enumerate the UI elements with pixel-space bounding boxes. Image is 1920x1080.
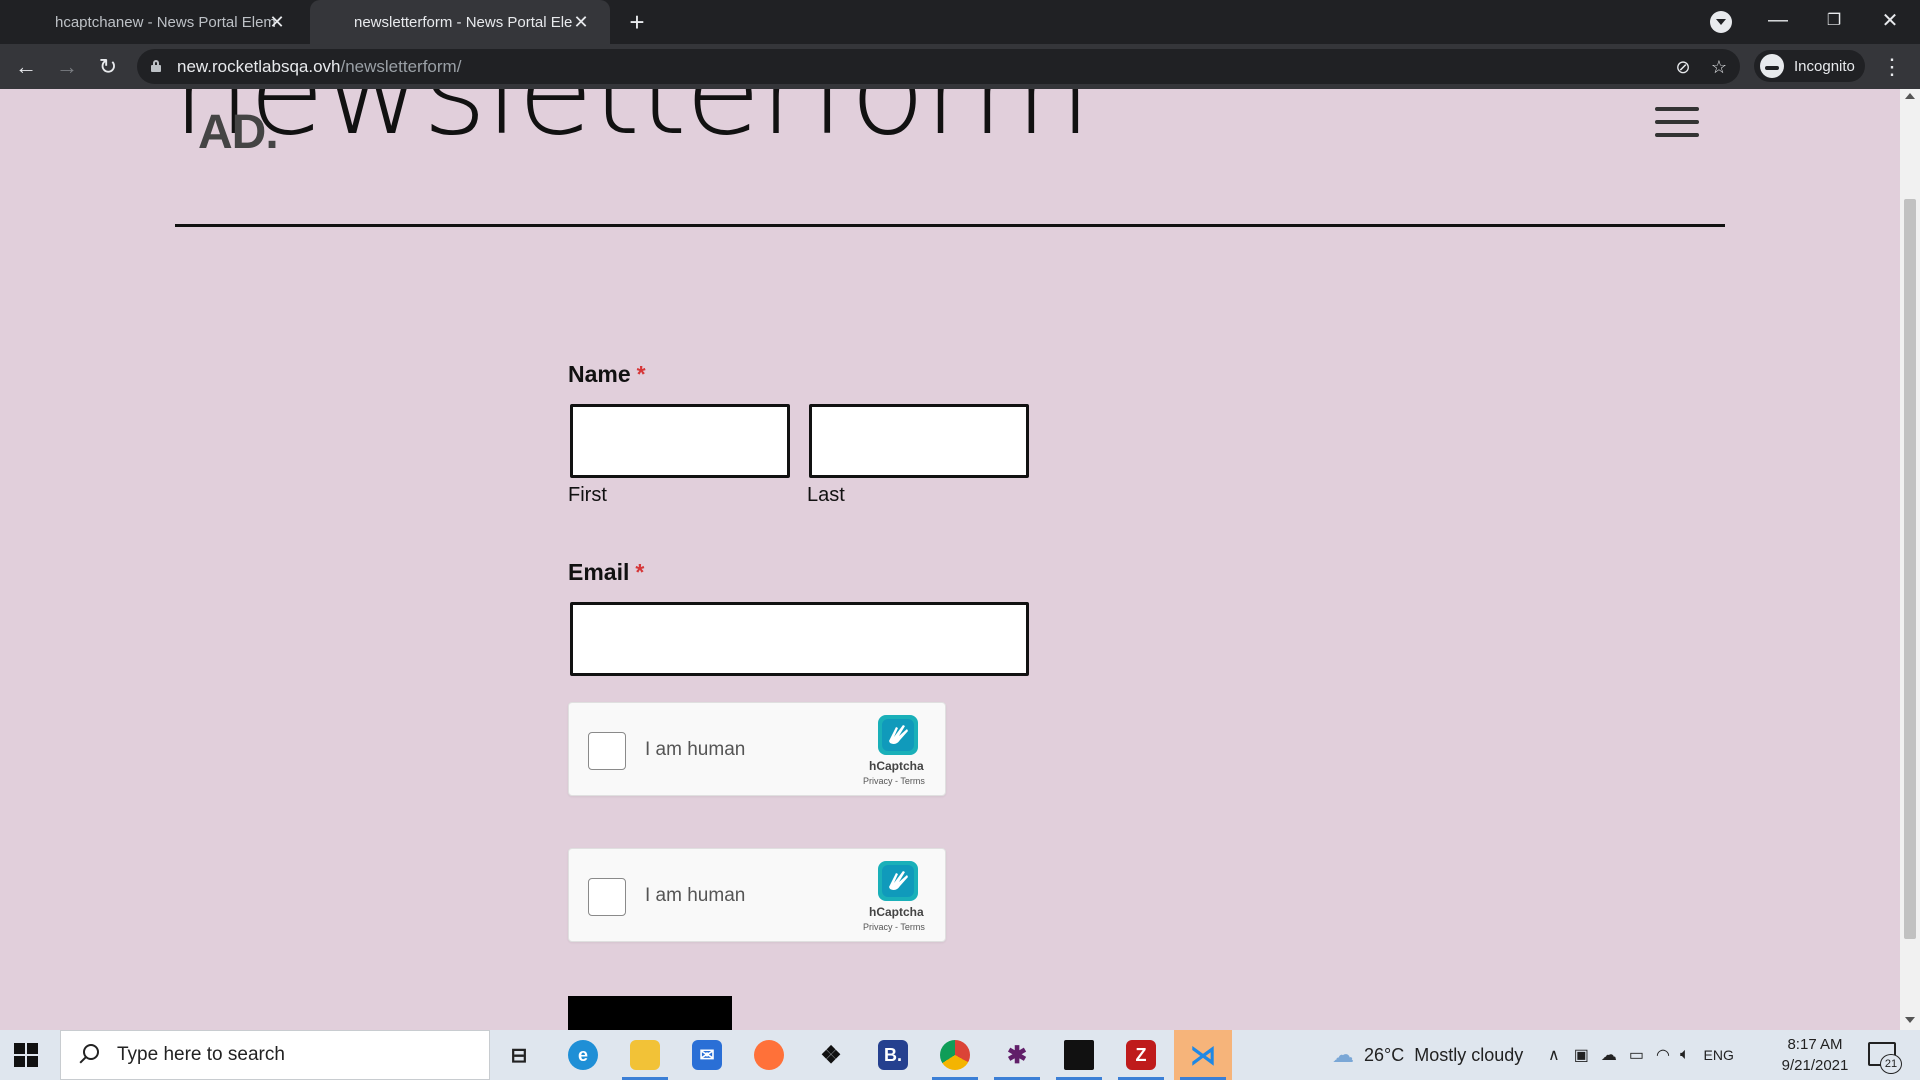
plus-icon[interactable]: + [622,7,652,37]
browser-tab-strip: hcaptchanew - News Portal Elem ✕ newslet… [0,0,1920,44]
url-text[interactable]: new.rocketlabsqa.ovh/newsletterform/ [177,57,461,77]
captcha-text: I am human [645,885,746,906]
task-view-icon[interactable]: ⊟ [490,1030,548,1080]
first-name-input[interactable] [570,404,790,478]
scroll-down-icon[interactable] [1905,1017,1915,1023]
captcha-brand: hCaptcha [869,759,924,773]
tab-hcaptchanew[interactable]: hcaptchanew - News Portal Elem ✕ [36,0,306,44]
captcha-brand: hCaptcha [869,905,924,919]
tab-search-icon[interactable] [1710,11,1732,33]
chrome-icon[interactable] [926,1030,984,1080]
back-icon[interactable]: ← [10,51,42,83]
edge-icon[interactable]: e [554,1030,612,1080]
header-divider [175,224,1725,227]
hcaptcha-widget: I am human hCaptcha Privacy - Terms [568,848,946,942]
notification-count: 21 [1880,1054,1902,1074]
star-icon[interactable]: ☆ [1707,55,1731,79]
language-indicator[interactable]: ENG [1704,1047,1734,1063]
clock-date: 9/21/2021 [1781,1057,1849,1074]
clock-time: 8:17 AM [1787,1036,1843,1053]
search-icon [77,1044,99,1066]
taskbar-clock[interactable]: 8:17 AM 9/21/2021 [1770,1034,1860,1076]
submit-button[interactable] [568,996,732,1030]
b-app-icon[interactable]: B. [864,1030,922,1080]
hcaptcha-logo-icon [878,861,918,901]
last-name-sublabel: Last [807,484,845,506]
close-tab-icon[interactable]: ✕ [570,11,592,33]
close-window-icon[interactable]: ✕ [1862,0,1918,40]
chevron-up-icon[interactable]: ∧ [1548,1045,1560,1065]
hamburger-menu-icon[interactable] [1655,107,1699,137]
notifications-icon[interactable]: 21 [1868,1042,1902,1074]
restore-icon[interactable]: ❐ [1806,0,1862,40]
weather-widget[interactable]: ☁ 26°C Mostly cloudy [1332,1030,1523,1080]
weather-cloud-icon: ☁ [1332,1042,1354,1067]
onedrive-icon[interactable]: ☁ [1601,1045,1617,1065]
captcha-links[interactable]: Privacy - Terms [863,776,925,786]
required-asterisk: * [636,361,646,387]
incognito-profile-button[interactable]: Incognito [1754,50,1865,82]
windows-start-icon[interactable] [14,1043,38,1067]
terminal-icon[interactable] [1050,1030,1108,1080]
file-explorer-icon[interactable] [616,1030,674,1080]
reload-icon[interactable]: ↻ [92,51,124,83]
battery-icon[interactable]: ▭ [1629,1045,1644,1065]
last-name-input[interactable] [809,404,1029,478]
system-tray: ∧ ▣ ☁ ▭ ◠ 🔈︎ ENG [1548,1030,1734,1080]
profile-label: Incognito [1794,57,1855,75]
slack-icon[interactable]: ✱ [988,1030,1046,1080]
lock-icon[interactable] [151,60,161,72]
incognito-icon [1760,54,1784,78]
minimize-icon[interactable]: — [1750,0,1806,40]
page-title: newsletterform [172,89,1091,163]
captcha-checkbox[interactable] [588,878,626,916]
name-label: Name * [568,361,646,387]
taskbar-search-box[interactable]: Type here to search [60,1030,490,1080]
hcaptcha-widget: I am human hCaptcha Privacy - Terms [568,702,946,796]
tab-title: newsletterform - News Portal Ele [354,13,573,31]
meet-now-icon[interactable]: ▣ [1574,1045,1589,1065]
address-bar[interactable]: new.rocketlabsqa.ovh/newsletterform/ ⊘ ☆ [137,49,1740,84]
wifi-icon[interactable]: ◠ [1656,1045,1670,1065]
volume-icon[interactable]: 🔈︎ [1680,1046,1690,1064]
tab-newsletterform[interactable]: newsletterform - News Portal Ele ✕ [310,0,610,44]
first-name-sublabel: First [568,484,607,506]
vscode-icon[interactable]: ⋊ [1174,1030,1232,1080]
url-domain: new.rocketlabsqa.ovh [177,57,341,76]
forward-icon[interactable]: → [51,51,83,83]
mail-icon[interactable]: ✉ [678,1030,736,1080]
required-asterisk: * [635,559,645,585]
filezilla-icon[interactable]: Z [1112,1030,1170,1080]
menu-kebab-icon[interactable]: ⋮ [1880,52,1904,82]
tab-title: hcaptchanew - News Portal Elem [55,13,275,31]
site-logo[interactable]: AD. [198,105,279,160]
captcha-text: I am human [645,739,746,760]
eye-off-icon[interactable]: ⊘ [1671,55,1695,79]
weather-condition: Mostly cloudy [1414,1044,1524,1065]
close-tab-icon[interactable]: ✕ [266,11,288,33]
email-input[interactable] [570,602,1029,676]
url-path: /newsletterform/ [340,57,462,76]
weather-temp: 26°C [1364,1044,1405,1065]
scroll-up-icon[interactable] [1905,93,1915,99]
scroll-thumb[interactable] [1904,199,1916,939]
page-viewport: newsletterform AD. Name * First Last Emai… [0,89,1920,1030]
hcaptcha-logo-icon [878,715,918,755]
page-scrollbar[interactable] [1900,89,1920,1030]
captcha-links[interactable]: Privacy - Terms [863,922,925,932]
browser-toolbar: ← → ↻ new.rocketlabsqa.ovh/newsletterfor… [0,44,1920,89]
search-placeholder: Type here to search [117,1044,285,1065]
firefox-icon[interactable] [740,1030,798,1080]
windows-taskbar: Type here to search ⊟ e ✉ ❖ B. ✱ Z ⋊ ☁ 2… [0,1030,1920,1080]
captcha-checkbox[interactable] [588,732,626,770]
email-label: Email * [568,559,645,585]
dropbox-icon[interactable]: ❖ [802,1030,860,1080]
